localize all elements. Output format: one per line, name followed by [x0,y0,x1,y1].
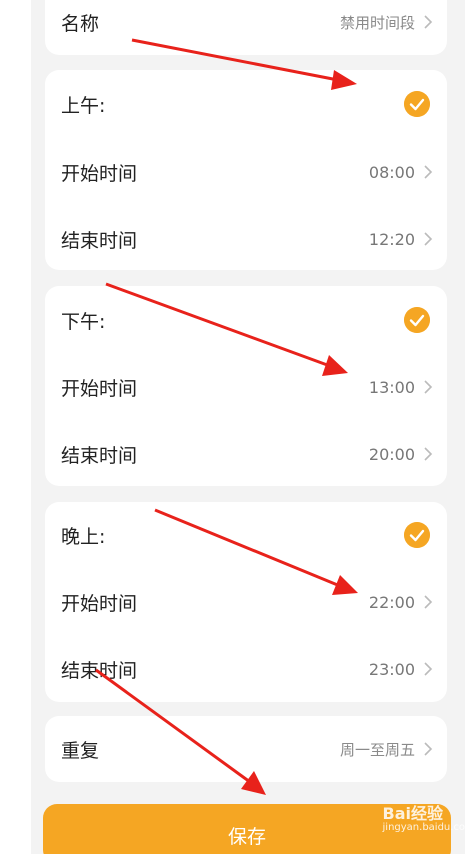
watermark-brand: Bai经验 [382,804,443,823]
morning-card: 上午: 开始时间 08:00 结束时间 12:20 [45,70,447,270]
start-time-label: 开始时间 [61,162,138,185]
morning-end-row[interactable]: 结束时间 12:20 [45,219,447,259]
chevron-right-icon [424,447,433,461]
chevron-right-icon [424,742,433,756]
start-time-label: 开始时间 [61,592,138,615]
evening-title-row[interactable]: 晚上: [45,515,447,555]
afternoon-start-row[interactable]: 开始时间 13:00 [45,367,447,407]
chevron-right-icon [424,15,433,29]
afternoon-end-row[interactable]: 结束时间 20:00 [45,434,447,474]
start-time-value: 13:00 [368,377,415,397]
evening-end-row[interactable]: 结束时间 23:00 [45,649,447,689]
morning-title: 上午: [61,94,106,117]
chevron-right-icon [424,662,433,676]
repeat-card: 重复 周一至周五 [45,716,447,782]
afternoon-card: 下午: 开始时间 13:00 结束时间 20:00 [45,286,447,486]
chevron-right-icon [424,165,433,179]
baidu-jingyan-watermark: Bai经验 jingyan.baidu.com [382,800,469,833]
evening-card: 晚上: 开始时间 22:00 结束时间 23:00 [45,502,447,702]
end-time-label: 结束时间 [61,659,138,682]
chevron-right-icon [424,595,433,609]
end-time-label: 结束时间 [61,444,138,467]
checkmark-circle-icon[interactable] [404,522,430,548]
name-card: 名称 禁用时间段 [45,0,447,55]
evening-start-row[interactable]: 开始时间 22:00 [45,582,447,622]
chevron-right-icon [424,380,433,394]
name-row[interactable]: 名称 禁用时间段 [45,2,447,42]
start-time-value: 08:00 [368,162,415,182]
morning-title-row[interactable]: 上午: [45,84,447,124]
checkmark-circle-icon[interactable] [404,307,430,333]
afternoon-title-row[interactable]: 下午: [45,300,447,340]
checkmark-circle-icon[interactable] [404,91,430,117]
afternoon-title: 下午: [61,310,106,333]
end-time-value: 12:20 [368,229,415,249]
repeat-label: 重复 [61,739,100,762]
start-time-value: 22:00 [368,592,415,612]
start-time-label: 开始时间 [61,377,138,400]
name-label: 名称 [61,12,100,35]
end-time-value: 23:00 [368,659,415,679]
end-time-value: 20:00 [368,444,415,464]
watermark-url: jingyan.baidu.com [382,822,469,833]
chevron-right-icon [424,232,433,246]
morning-start-row[interactable]: 开始时间 08:00 [45,152,447,192]
repeat-value: 周一至周五 [339,740,415,759]
save-button-label: 保存 [227,826,266,848]
repeat-row[interactable]: 重复 周一至周五 [45,729,447,769]
name-value: 禁用时间段 [339,13,415,32]
end-time-label: 结束时间 [61,229,138,252]
evening-title: 晚上: [61,525,106,548]
